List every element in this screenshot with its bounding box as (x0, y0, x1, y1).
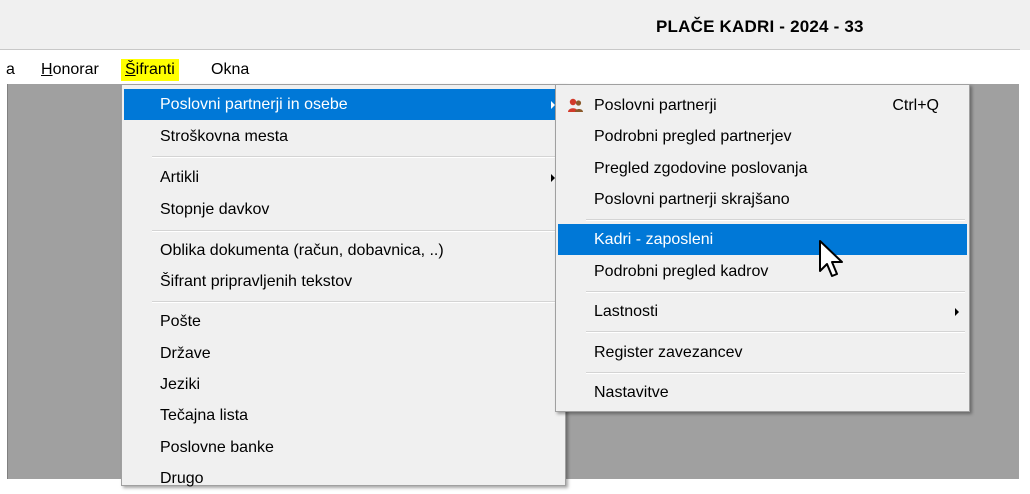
menu-row-tecajna-lista[interactable]: Tečajna lista (124, 400, 563, 431)
menu-row-label: Register zavezancev (594, 344, 743, 361)
menu-row-label: Kadri - zaposleni (594, 231, 714, 248)
submenu-row-register-zavezancev[interactable]: Register zavezancev (558, 337, 967, 368)
menu-row-label: Oblika dokumenta (račun, dobavnica, ..) (160, 242, 444, 259)
menu-row-label: Šifrant pripravljenih tekstov (160, 273, 353, 290)
menu-row-label: Podrobni pregled kadrov (594, 263, 769, 280)
sifranti-dropdown: Poslovni partnerji in osebe Stroškovna m… (121, 84, 566, 487)
menu-mnemonic: H (41, 61, 53, 78)
menu-separator (152, 230, 561, 232)
submenu-row-kadri-zaposleni[interactable]: Kadri - zaposleni (558, 224, 967, 255)
menu-row-label: Pošte (160, 313, 201, 330)
menu-row-drzave[interactable]: Države (124, 338, 563, 369)
menu-bar: a Honorar Šifranti Okna (0, 57, 1030, 83)
window-frame (1019, 84, 1030, 479)
submenu-row-podrobni-pregled-kadrov[interactable]: Podrobni pregled kadrov (558, 256, 967, 287)
menu-row-stopnje-davkov[interactable]: Stopnje davkov (124, 194, 563, 225)
menu-row-jeziki[interactable]: Jeziki (124, 369, 563, 400)
menu-row-poslovni-partnerji-in-osebe[interactable]: Poslovni partnerji in osebe (124, 89, 563, 120)
menu-row-stroskovna-mesta[interactable]: Stroškovna mesta (124, 121, 563, 152)
menu-item-okna[interactable]: Okna (207, 59, 253, 81)
menu-label-rest: ifranti (135, 61, 175, 78)
submenu-row-nastavitve[interactable]: Nastavitve (558, 377, 967, 408)
window-title: PLAČE KADRI - 2024 - 33 (656, 17, 864, 36)
menu-row-label: Podrobni pregled partnerjev (594, 128, 792, 145)
menu-mnemonic: Š (125, 61, 136, 78)
submenu-row-partnerji-skrajsano[interactable]: Poslovni partnerji skrajšano (558, 184, 967, 215)
menu-item-honorar[interactable]: Honorar (37, 59, 103, 81)
menu-row-artikli[interactable]: Artikli (124, 162, 563, 193)
menu-separator (586, 331, 965, 333)
menu-separator (586, 291, 965, 293)
menu-row-label: Tečajna lista (160, 407, 249, 424)
title-divider (0, 49, 1020, 50)
menu-row-label: Poslovne banke (160, 439, 274, 456)
partners-icon (568, 98, 583, 112)
menu-row-poste[interactable]: Pošte (124, 306, 563, 337)
submenu-row-pregled-zgodovine[interactable]: Pregled zgodovine poslovanja (558, 153, 967, 184)
menu-separator (152, 301, 561, 303)
menu-separator (152, 156, 561, 158)
menu-label-rest: onorar (52, 61, 99, 78)
menu-row-label: Lastnosti (594, 303, 659, 320)
menu-row-oblika-dokumenta[interactable]: Oblika dokumenta (račun, dobavnica, ..) (124, 235, 563, 266)
menu-row-poslovne-banke[interactable]: Poslovne banke (124, 432, 563, 463)
menu-row-sifrant-tekstov[interactable]: Šifrant pripravljenih tekstov (124, 266, 563, 297)
mouse-pointer-icon (819, 240, 843, 277)
menu-row-label: Jeziki (160, 376, 201, 393)
menu-item-a[interactable]: a (2, 59, 19, 81)
submenu-row-lastnosti[interactable]: Lastnosti (558, 296, 967, 327)
menu-row-label: Države (160, 345, 211, 362)
menu-row-label: Stroškovna mesta (160, 128, 289, 145)
menu-row-label: Artikli (160, 169, 200, 186)
menu-row-label: Poslovni partnerji skrajšano (594, 191, 790, 208)
menu-row-label: Poslovni partnerji in osebe (160, 96, 348, 113)
menu-separator (586, 372, 965, 374)
submenu-row-podrobni-pregled-partnerjev[interactable]: Podrobni pregled partnerjev (558, 121, 967, 152)
menu-row-label: Stopnje davkov (160, 201, 270, 218)
partnerji-submenu: Poslovni partnerji Ctrl+Q Podrobni pregl… (555, 84, 970, 412)
menu-item-sifranti[interactable]: Šifranti (121, 59, 179, 81)
submenu-row-poslovni-partnerji[interactable]: Poslovni partnerji Ctrl+Q (558, 90, 967, 121)
menu-row-label: Poslovni partnerji (594, 97, 717, 114)
menu-separator (586, 219, 965, 221)
menu-row-label: Pregled zgodovine poslovanja (594, 160, 808, 177)
menu-row-label: Nastavitve (594, 384, 669, 401)
submenu-arrow-icon (955, 308, 959, 316)
shortcut-label: Ctrl+Q (892, 97, 939, 114)
title-bar: PLAČE KADRI - 2024 - 33 (0, 0, 1030, 50)
